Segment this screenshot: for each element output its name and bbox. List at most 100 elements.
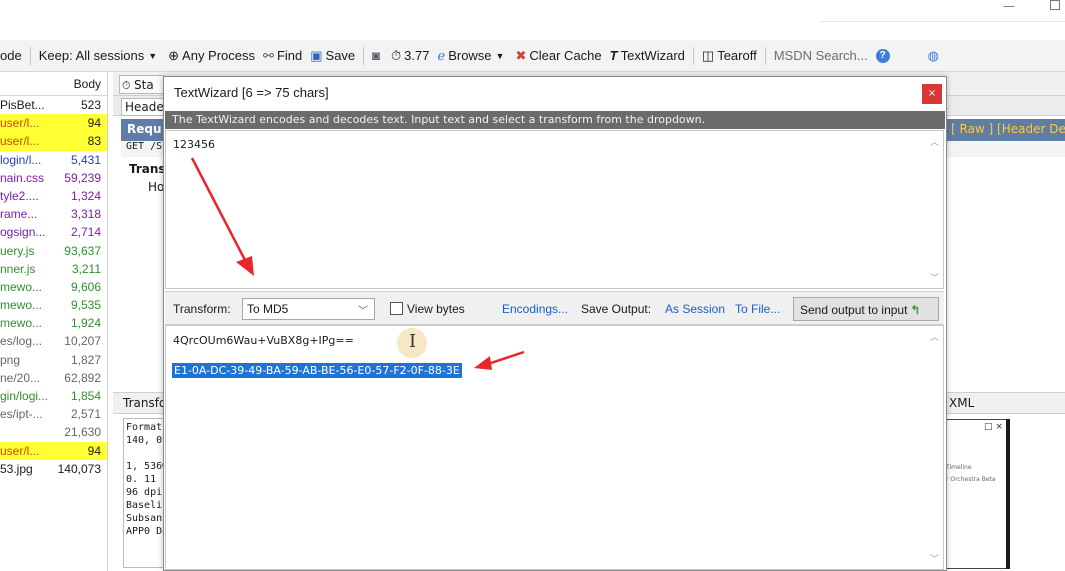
tab-statistics[interactable]: ⏱ Sta [119, 75, 164, 94]
online-button[interactable]: ◍ [924, 45, 946, 67]
thumbnail-window-controls: □ × [984, 422, 1003, 432]
any-process-button[interactable]: ⊕ Any Process [164, 45, 259, 67]
body-column-header[interactable]: Body [74, 77, 101, 91]
output-hex-selected-text[interactable]: E1-0A-DC-39-49-BA-59-AB-BE-56-E0-57-F2-0… [172, 363, 462, 378]
session-row[interactable]: ne/20... 62,892 [0, 369, 107, 387]
keep-sessions-label: Keep: All sessions [38, 48, 145, 63]
transport-heading: Trans [129, 162, 166, 176]
session-body-size: 21,630 [64, 425, 101, 440]
toolbar-separator [692, 46, 694, 65]
save-button[interactable]: ▣ Save [306, 45, 359, 67]
screenshot-button[interactable]: ◙ [368, 45, 387, 67]
view-bytes-checkbox[interactable] [390, 302, 403, 315]
session-row[interactable]: uery.js 93,637 [0, 242, 107, 260]
output-base64-text: 4QrcOUm6Wau+VuBX8g+IPg== [173, 334, 354, 347]
find-button[interactable]: ⚯ Find [259, 45, 306, 67]
thumbnail-edge [1006, 419, 1010, 569]
session-row[interactable]: tyle2.... 1,324 [0, 187, 107, 205]
maximize-icon[interactable] [1050, 0, 1060, 10]
send-output-label: Send output to input [800, 303, 908, 317]
minimize-icon[interactable]: — [1003, 0, 1017, 14]
timer-icon: ⏱ [391, 47, 402, 63]
sessions-rows: PisBet... 523 user/l... 94 user/l... 83 login/… [0, 96, 107, 478]
send-output-button[interactable]: Send output to input ↰ [793, 297, 939, 321]
input-textarea[interactable]: 123456 ︿ ﹀ [165, 130, 944, 289]
tab-statistics-label: Sta [134, 78, 154, 92]
raw-header-links[interactable]: [ Raw ] [Header De [951, 122, 1065, 136]
session-body-size: 93,637 [64, 243, 101, 258]
tearoff-button[interactable]: ◫ Tearoff [698, 45, 761, 67]
session-body-size: 2,714 [70, 225, 101, 240]
session-row[interactable]: rame... 3,318 [0, 205, 107, 223]
scroll-down-icon[interactable]: ﹀ [930, 552, 939, 565]
session-row[interactable]: user/l... 94 [0, 114, 107, 133]
tab-transformer[interactable]: Transfo [123, 396, 166, 410]
session-row[interactable]: gin/logi... 1,854 [0, 387, 107, 405]
text-cursor-icon: I [409, 331, 417, 352]
session-row[interactable]: PisBet... 523 [0, 96, 107, 114]
session-row[interactable]: user/l... 94 [0, 441, 107, 460]
session-body-size: 9,535 [70, 298, 101, 313]
encodings-link[interactable]: Encodings... [502, 302, 568, 316]
session-row[interactable]: mewo... 9,606 [0, 278, 107, 296]
session-body-size: 1,924 [70, 316, 101, 331]
session-row[interactable]: 53.jpg 140,073 [0, 460, 107, 478]
top-divider [820, 21, 1065, 22]
session-body-size: 3,318 [70, 207, 101, 222]
browse-button[interactable]: ℯ Browse ▼ [433, 45, 511, 67]
transform-select[interactable]: To MD5 ﹀ [242, 298, 375, 320]
close-button[interactable]: × [922, 84, 942, 104]
session-row[interactable]: es/log... 10,207 [0, 332, 107, 350]
session-row[interactable]: mewo... 9,535 [0, 296, 107, 314]
session-body-size: 94 [87, 116, 101, 131]
tab-headers[interactable]: Header [121, 98, 169, 116]
clear-cache-label: Clear Cache [529, 48, 602, 63]
scroll-up-icon[interactable]: ︿ [930, 135, 939, 148]
session-url: mewo... [0, 298, 43, 313]
keep-sessions-dropdown[interactable]: Keep: All sessions ▼ [35, 45, 164, 67]
session-row[interactable]: nner.js 3,211 [0, 260, 107, 278]
session-body-size: 59,239 [64, 170, 101, 185]
scroll-down-icon[interactable]: ﹀ [930, 271, 939, 284]
scroll-up-icon[interactable]: ︿ [930, 330, 939, 343]
thumbnail-text: r Orchestra Beta [946, 476, 996, 483]
session-row[interactable]: mewo... 1,924 [0, 314, 107, 332]
mode-button[interactable]: ode [0, 45, 26, 67]
help-button[interactable]: ? [872, 45, 894, 67]
as-session-link[interactable]: As Session [665, 302, 725, 316]
session-url: login/l... [0, 152, 42, 167]
window-top-area: — [0, 0, 1065, 40]
session-row[interactable]: nain.css 59,239 [0, 169, 107, 187]
session-row[interactable]: login/l... 5,431 [0, 151, 107, 169]
session-row[interactable]: user/l... 83 [0, 132, 107, 151]
session-row[interactable]: 21,630 [0, 423, 107, 441]
clear-cache-button[interactable]: ✖ Clear Cache [511, 45, 605, 67]
session-url: tyle2.... [0, 188, 39, 203]
session-row[interactable]: png 1,827 [0, 351, 107, 369]
session-body-size: 3,211 [71, 261, 101, 276]
host-label: Ho [148, 180, 165, 194]
to-file-link[interactable]: To File... [735, 302, 780, 316]
output-scrollbar[interactable]: ︿ ﹀ [927, 326, 942, 569]
browser-icon: ℯ [437, 47, 446, 63]
help-icon: ? [875, 48, 890, 63]
any-process-label: Any Process [182, 48, 256, 63]
view-bytes-label[interactable]: View bytes [407, 302, 465, 316]
session-url: user/l... [0, 134, 40, 149]
session-url: uery.js [0, 243, 35, 258]
save-label: Save [325, 48, 356, 63]
textwizard-button[interactable]: T TextWizard [606, 45, 689, 67]
tab-xml[interactable]: XML [949, 396, 974, 410]
textwizard-icon: T [609, 48, 618, 63]
msdn-search-input[interactable]: MSDN Search... [770, 45, 872, 67]
main-toolbar: ode Keep: All sessions ▼ ⊕ Any Process ⚯ Fi… [0, 40, 1065, 72]
session-url: ogsign... [0, 225, 46, 240]
session-row[interactable]: es/ipt-... 2,571 [0, 405, 107, 423]
timer-button[interactable]: ⏱ 3.77 [387, 45, 433, 67]
input-text: 123456 [173, 138, 215, 151]
input-scrollbar[interactable]: ︿ ﹀ [927, 131, 942, 288]
dropdown-arrow-icon: ▼ [148, 50, 158, 61]
session-row[interactable]: ogsign... 2,714 [0, 223, 107, 241]
transform-selected-value: To MD5 [247, 302, 289, 316]
output-textarea[interactable]: 4QrcOUm6Wau+VuBX8g+IPg== I E1-0A-DC-39-4… [165, 325, 944, 570]
